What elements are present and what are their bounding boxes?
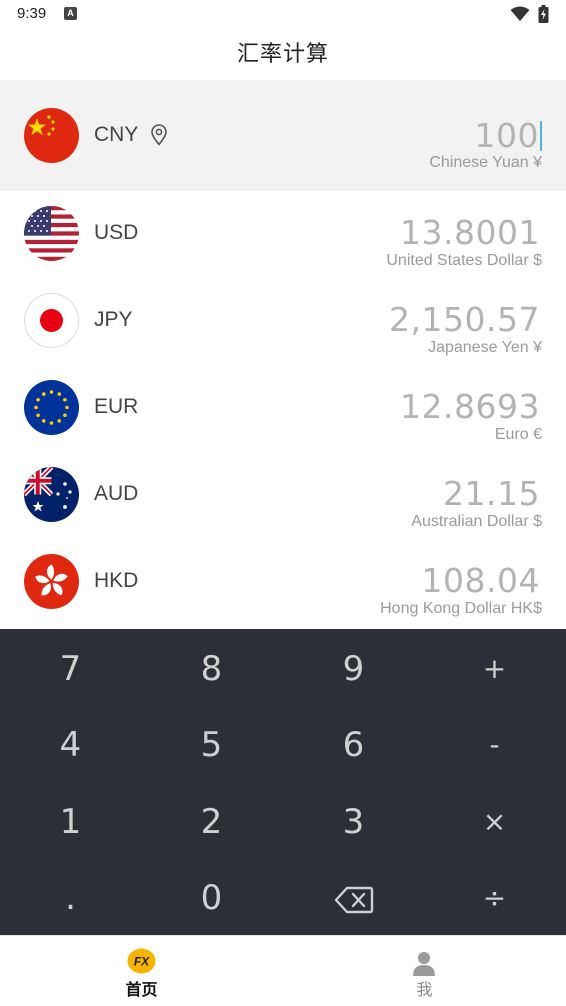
currency-row-eur[interactable]: EUR 12.8693 Euro € bbox=[0, 365, 566, 452]
currency-list: CNY 100 Chinese Yuan ¥ USD 13.8001 Unite… bbox=[0, 80, 566, 626]
currency-amount: 12.8693 bbox=[400, 387, 540, 426]
currency-code: HKD bbox=[94, 569, 139, 592]
key-backspace[interactable] bbox=[283, 860, 424, 936]
currency-name: Japanese Yen ¥ bbox=[428, 339, 542, 356]
key-minus[interactable]: - bbox=[424, 707, 565, 783]
key-0[interactable]: 0 bbox=[141, 860, 282, 936]
currency-name: United States Dollar $ bbox=[386, 252, 542, 269]
currency-amount: 108.04 bbox=[421, 561, 540, 600]
key-7[interactable]: 7 bbox=[0, 631, 141, 707]
status-time: 9:39 bbox=[17, 5, 47, 22]
australia-flag-icon bbox=[24, 467, 79, 522]
notification-icon: A bbox=[64, 7, 77, 20]
person-icon bbox=[413, 952, 435, 976]
currency-row-aud[interactable]: AUD 21.15 Australian Dollar $ bbox=[0, 452, 566, 539]
eu-flag-icon bbox=[24, 380, 79, 435]
currency-code: AUD bbox=[94, 482, 139, 505]
title-bar: 汇率计算 bbox=[0, 28, 566, 80]
currency-code: CNY bbox=[94, 123, 139, 146]
currency-row-jpy[interactable]: JPY 2,150.57 Japanese Yen ¥ bbox=[0, 278, 566, 365]
backspace-icon bbox=[334, 886, 373, 913]
currency-amount: 13.8001 bbox=[400, 213, 540, 252]
key-3[interactable]: 3 bbox=[283, 784, 424, 860]
key-divide[interactable]: ÷ bbox=[424, 860, 565, 936]
base-amount-input[interactable]: 100 bbox=[475, 116, 542, 155]
page-title: 汇率计算 bbox=[236, 42, 329, 67]
key-5[interactable]: 5 bbox=[141, 707, 282, 783]
japan-flag-icon bbox=[24, 293, 79, 348]
key-9[interactable]: 9 bbox=[283, 631, 424, 707]
currency-amount: 21.15 bbox=[443, 474, 540, 513]
base-currency-row[interactable]: CNY 100 Chinese Yuan ¥ bbox=[0, 80, 566, 191]
key-plus[interactable]: + bbox=[424, 631, 565, 707]
currency-row-usd[interactable]: USD 13.8001 United States Dollar $ bbox=[0, 191, 566, 278]
currency-code: EUR bbox=[94, 395, 139, 418]
currency-name: Australian Dollar $ bbox=[411, 513, 542, 530]
hong-kong-flag-icon bbox=[24, 554, 79, 609]
key-2[interactable]: 2 bbox=[141, 784, 282, 860]
key-dot[interactable]: . bbox=[0, 860, 141, 936]
currency-code: USD bbox=[94, 221, 139, 244]
currency-name: Chinese Yuan ¥ bbox=[429, 154, 542, 171]
usa-flag-icon bbox=[24, 206, 79, 261]
tab-home-label: 首页 bbox=[125, 980, 158, 999]
wifi-icon bbox=[510, 6, 530, 21]
bottom-tab-bar: FX 首页 我 bbox=[0, 935, 566, 1006]
tab-me-label: 我 bbox=[416, 980, 433, 999]
status-bar: 9:39 A bbox=[0, 0, 566, 28]
currency-row-hkd[interactable]: HKD 108.04 Hong Kong Dollar HK$ bbox=[0, 539, 566, 626]
china-flag-icon bbox=[24, 108, 79, 163]
currency-name: Hong Kong Dollar HK$ bbox=[380, 600, 542, 617]
currency-name: Euro € bbox=[494, 426, 542, 443]
battery-icon bbox=[538, 5, 549, 23]
key-multiply[interactable]: × bbox=[424, 784, 565, 860]
keypad: 7 8 9 + 4 5 6 - 1 2 3 × . 0 ÷ bbox=[0, 629, 566, 935]
currency-amount: 2,150.57 bbox=[389, 300, 540, 339]
key-6[interactable]: 6 bbox=[283, 707, 424, 783]
text-cursor bbox=[540, 121, 542, 151]
location-pin-icon[interactable] bbox=[150, 124, 168, 146]
key-1[interactable]: 1 bbox=[0, 784, 141, 860]
svg-text:FX: FX bbox=[134, 955, 150, 969]
tab-me[interactable]: 我 bbox=[283, 936, 566, 1006]
tab-home[interactable]: FX 首页 bbox=[0, 936, 283, 1006]
key-8[interactable]: 8 bbox=[141, 631, 282, 707]
currency-code: JPY bbox=[94, 308, 133, 331]
fx-icon: FX bbox=[127, 948, 156, 974]
key-4[interactable]: 4 bbox=[0, 707, 141, 783]
